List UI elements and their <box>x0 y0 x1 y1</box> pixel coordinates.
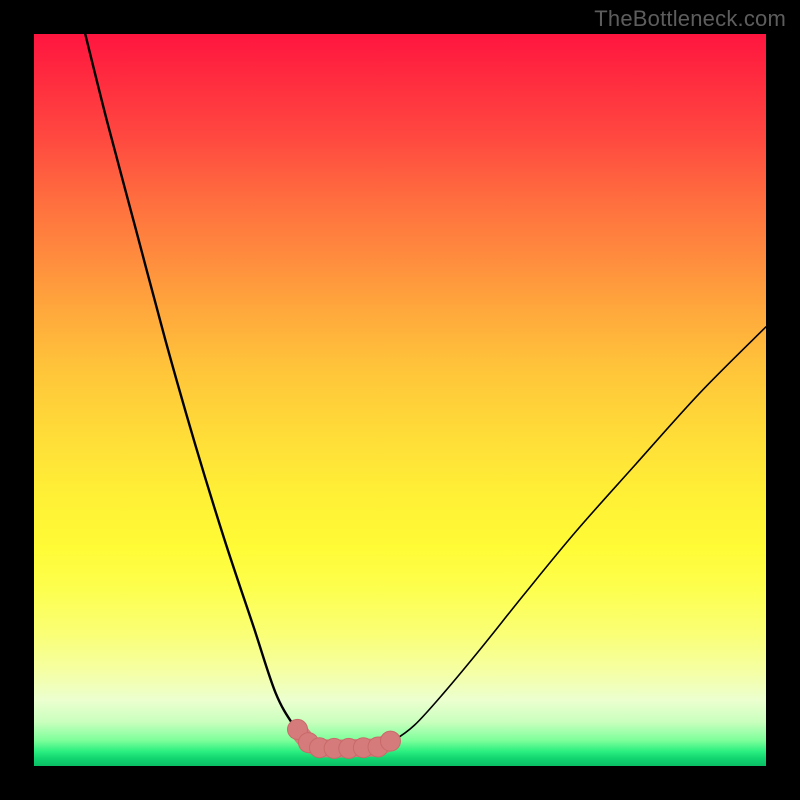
plot-area <box>34 34 766 766</box>
curve-layer <box>34 34 766 766</box>
bottleneck-curve-right-branch <box>378 327 766 747</box>
bottleneck-curve-left-branch <box>85 34 319 747</box>
basin-marker <box>380 731 400 751</box>
watermark-text: TheBottleneck.com <box>594 6 786 32</box>
chart-frame: TheBottleneck.com <box>0 0 800 800</box>
